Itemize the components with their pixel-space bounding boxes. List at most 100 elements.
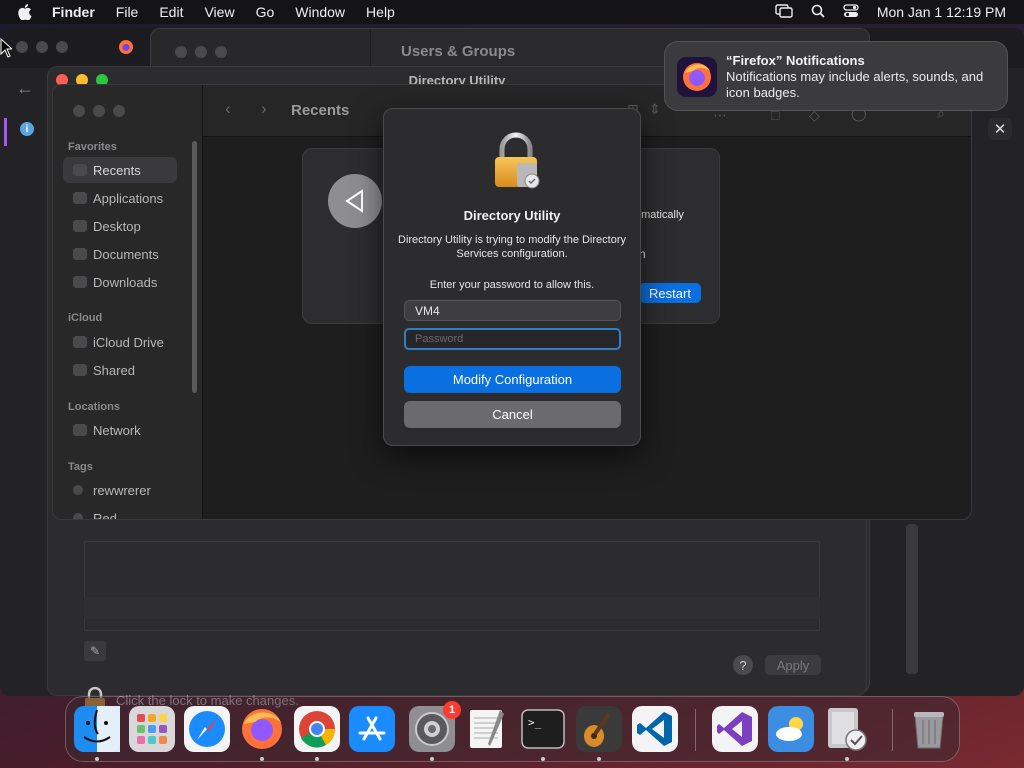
firefox-window-controls[interactable] [16,41,68,53]
chrome-icon [294,706,340,752]
running-indicator [845,757,849,761]
dock-garageband[interactable] [576,706,622,761]
dialog-title: Directory Utility [463,208,561,223]
scrollbar[interactable] [906,524,918,674]
applications-icon [73,192,87,204]
menu-app-name[interactable]: Finder [52,4,95,20]
password-field[interactable] [404,328,621,350]
dock-chrome[interactable] [294,706,340,761]
tag-dot-icon [73,513,83,519]
menu-view[interactable]: View [204,4,234,20]
recents-icon [73,164,87,176]
dock-trash[interactable] [906,706,952,752]
finder-icon [74,706,120,752]
desktop-icon [73,220,87,232]
dock: 1 >_ [65,696,960,762]
firefox-back-arrow-icon[interactable]: ← [16,78,34,99]
dock-weather[interactable] [768,706,814,752]
sidebar-item-desktop[interactable]: Desktop [63,213,177,239]
menu-file[interactable]: File [116,4,139,20]
control-center-icon[interactable] [843,3,859,21]
sidebar-item-downloads[interactable]: Downloads [63,269,177,295]
sidebar-item-documents[interactable]: Documents [63,241,177,267]
garageband-guitar-icon [576,706,622,752]
help-button[interactable]: ? [733,655,753,675]
menu-edit[interactable]: Edit [159,4,183,20]
dock-firefox[interactable] [239,706,285,761]
view-options-chevron-icon[interactable]: ⇕ [649,101,661,118]
close-icon[interactable]: ✕ [988,118,1012,140]
users-list-row[interactable] [84,597,820,619]
sidebar-item-label: Network [93,422,141,438]
dock-terminal[interactable]: >_ [520,706,566,761]
sidebar-item-recents[interactable]: Recents [63,157,177,183]
notification-badge: 1 [443,701,461,719]
finder-window-controls[interactable] [73,105,125,117]
running-indicator [430,757,434,761]
menu-bar: Finder File Edit View Go Window Help Mon… [0,0,1024,24]
users-groups-window-controls[interactable] [175,46,227,58]
sidebar-item-tag-rewwrerer[interactable]: rewwrerer [63,477,177,503]
edit-pencil-icon[interactable]: ✎ [84,641,106,661]
menu-go[interactable]: Go [256,4,275,20]
icloud-drive-icon [73,336,87,348]
dock-vscode[interactable] [632,706,678,752]
tag-dot-icon [73,485,83,495]
menu-clock[interactable]: Mon Jan 1 12:19 PM [877,4,1006,20]
sidebar-item-label: iCloud Drive [93,334,164,350]
apply-button[interactable]: Apply [765,655,821,675]
apple-menu-icon[interactable] [18,4,38,20]
sidebar-item-label: rewwrerer [93,482,151,498]
dock-directory-utility[interactable] [824,706,870,761]
screen-mirroring-icon[interactable] [775,3,793,21]
documents-icon [73,248,87,260]
spotlight-search-icon[interactable] [811,4,825,21]
info-icon[interactable]: i [20,122,34,136]
dock-separator [892,709,893,751]
network-icon [73,424,87,436]
menu-window[interactable]: Window [295,4,345,20]
dock-safari[interactable] [184,706,230,752]
sidebar-item-label: Desktop [93,218,141,234]
sidebar-item-applications[interactable]: Applications [63,185,177,211]
back-chevron-icon[interactable]: ‹ [225,99,231,119]
dock-launchpad[interactable] [129,706,175,752]
mouse-cursor-icon [0,38,12,58]
sidebar-item-label: Documents [93,246,159,262]
firefox-icon [677,57,717,97]
modify-configuration-button[interactable]: Modify Configuration [404,366,621,393]
sidebar-item-icloud-drive[interactable]: iCloud Drive [63,329,177,355]
dock-textedit[interactable] [464,706,510,752]
svg-text:>_: >_ [528,716,542,729]
dock-finder[interactable] [74,706,120,761]
dock-system-settings[interactable]: 1 [409,701,461,761]
cancel-button[interactable]: Cancel [404,401,621,428]
app-store-icon [349,706,395,752]
username-field[interactable]: VM4 [404,300,621,321]
play-reverse-icon [328,174,382,228]
firefox-tab-icon[interactable] [118,39,134,60]
sidebar-item-shared[interactable]: Shared [63,357,177,383]
firefox-notification[interactable]: “Firefox” Notifications Notifications ma… [664,41,1008,111]
firefox-icon [242,709,282,749]
directory-utility-icon [828,708,867,751]
dock-app-store[interactable] [349,706,395,752]
menu-help[interactable]: Help [366,4,395,20]
running-indicator [315,757,319,761]
lock-icon [495,132,540,189]
restart-button[interactable]: Restart [639,283,701,303]
dialog-message: Directory Utility is trying to modify th… [398,234,626,260]
finder-title: Recents [291,102,350,119]
weather-icon [768,706,814,752]
sidebar-item-tag-red[interactable]: Red [63,505,177,520]
sidebar-item-network[interactable]: Network [63,417,177,443]
safari-icon [184,706,230,752]
forward-chevron-icon[interactable]: › [261,99,267,119]
sidebar-item-label: Red [93,510,117,520]
dock-visual-studio[interactable] [712,706,758,752]
sidebar-section-favorites: Favorites [68,141,117,153]
users-groups-title: Users & Groups [401,43,516,60]
sidebar-section-locations: Locations [68,401,120,413]
sidebar-scrollbar[interactable] [192,141,197,393]
dock-separator [695,709,696,751]
